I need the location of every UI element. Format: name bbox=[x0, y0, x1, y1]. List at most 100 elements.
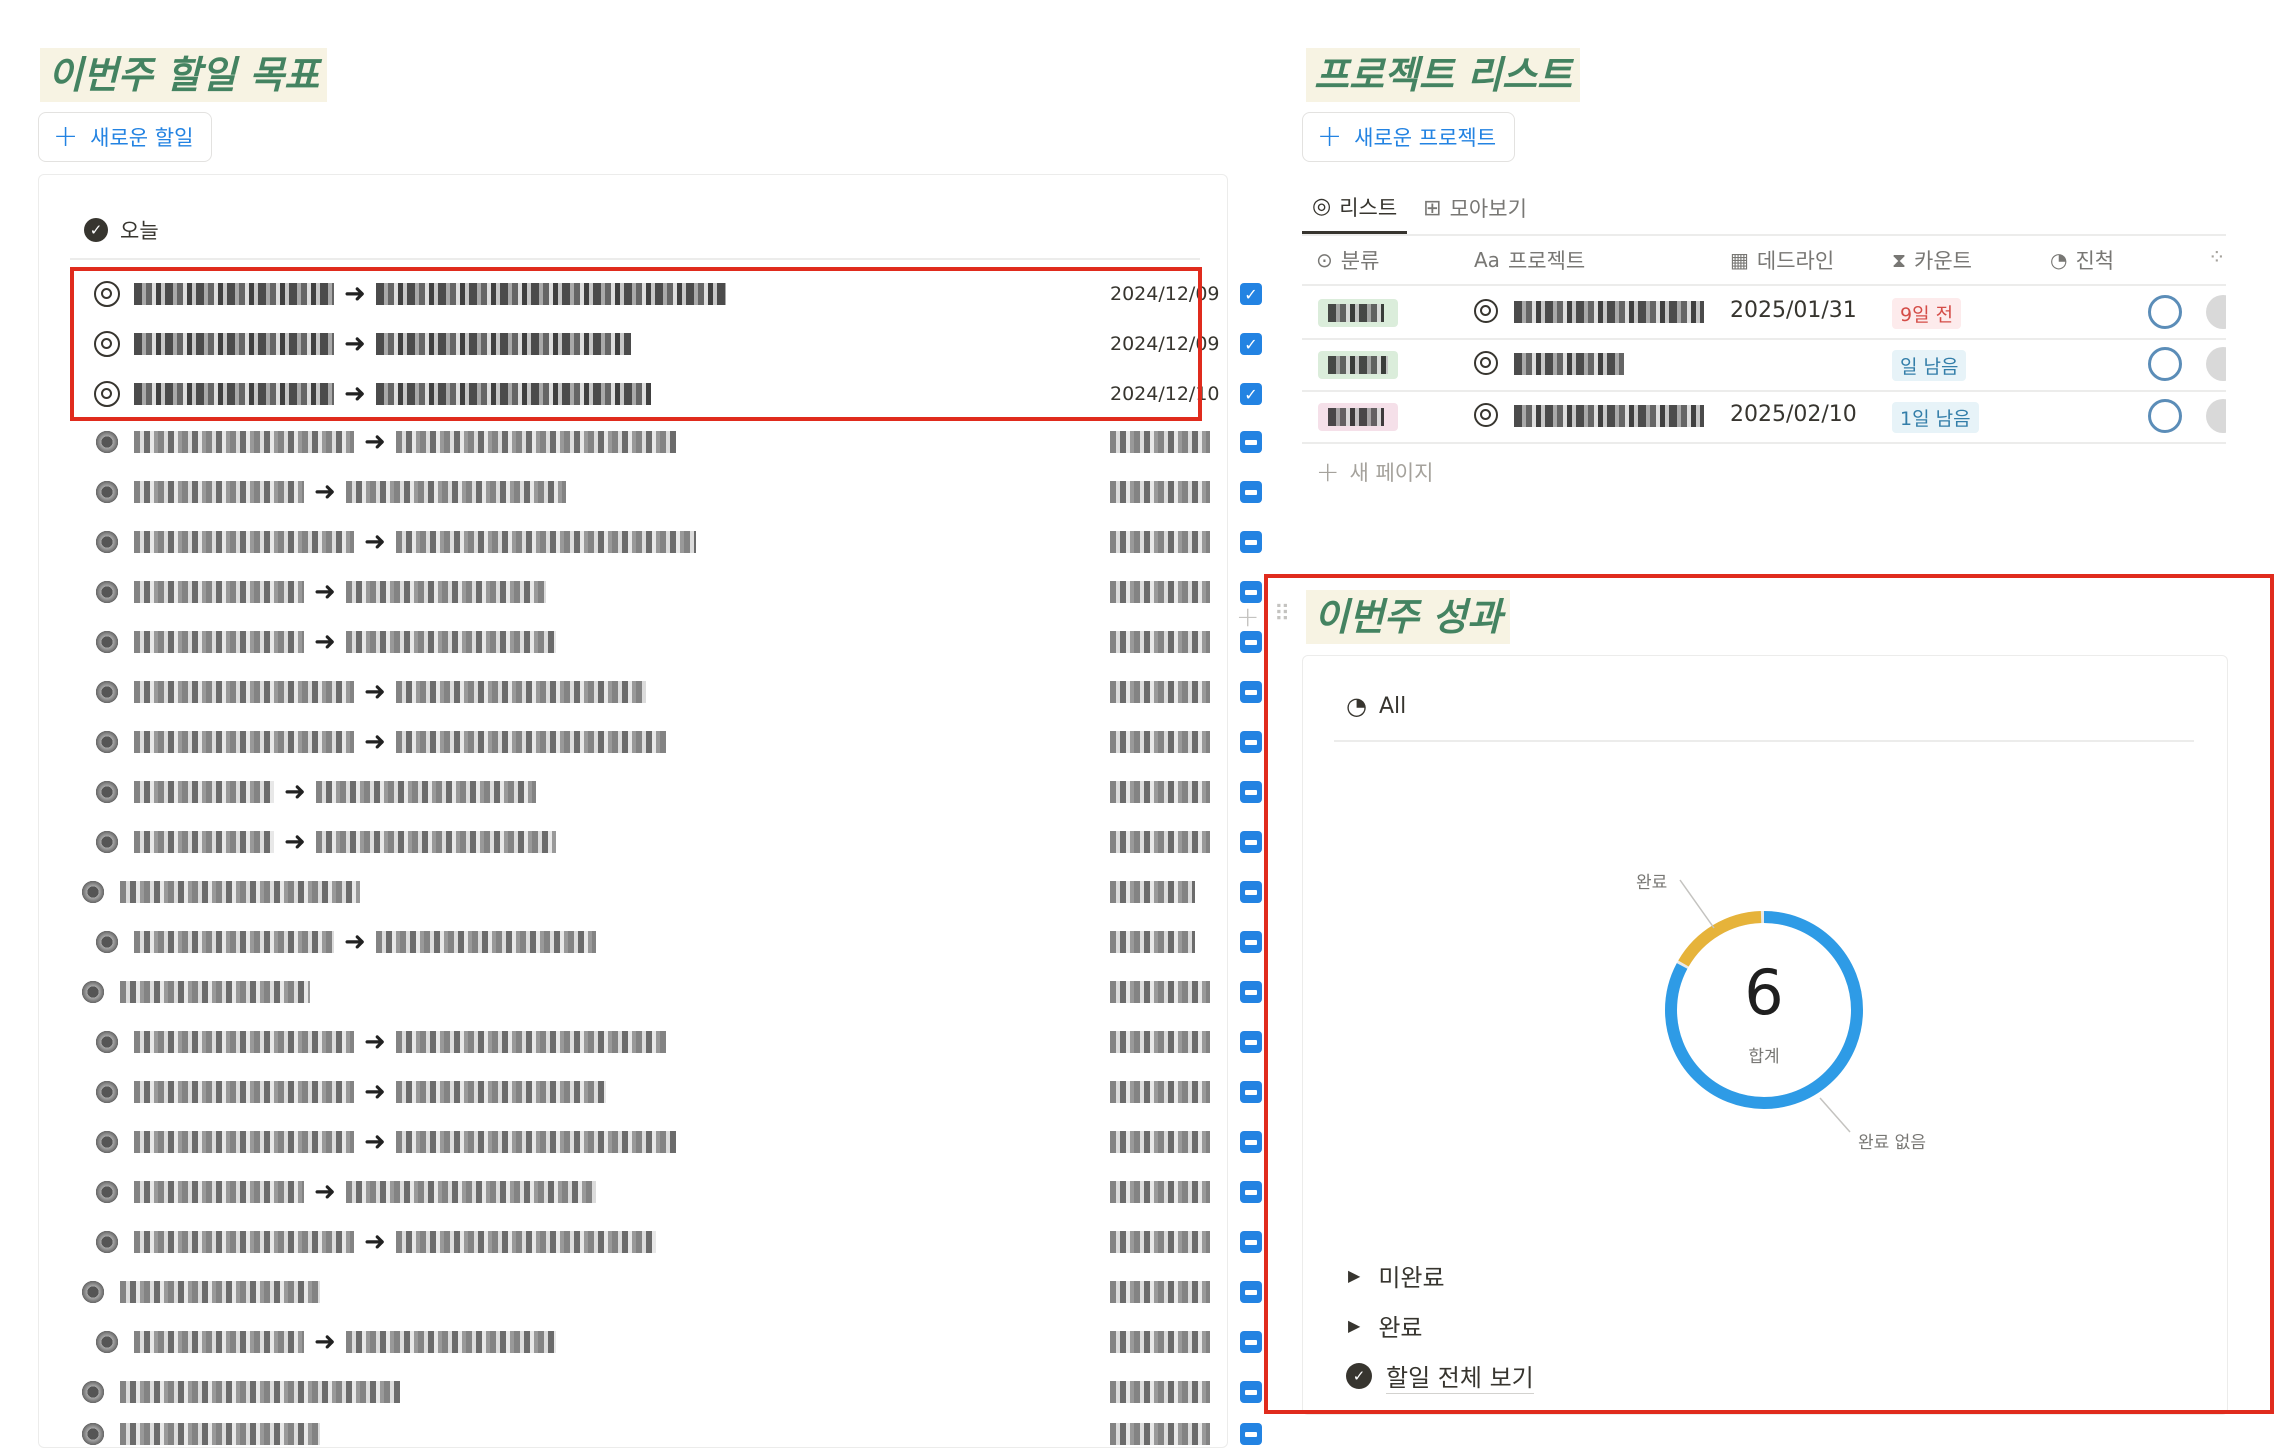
redacted-date bbox=[1110, 1281, 1210, 1303]
todo-row[interactable]: ➜ bbox=[80, 1168, 1262, 1216]
todo-row[interactable]: ➜ bbox=[80, 1068, 1262, 1116]
redacted-date bbox=[1110, 831, 1210, 853]
done-checkbox[interactable] bbox=[1240, 981, 1262, 1003]
arrow-right-icon: ➜ bbox=[364, 427, 386, 457]
item-icon bbox=[94, 629, 120, 655]
done-checkbox[interactable] bbox=[1240, 731, 1262, 753]
todo-row[interactable]: ➜ bbox=[80, 518, 1262, 566]
new-page-label: 새 페이지 bbox=[1349, 460, 1434, 485]
arrow-right-icon: ➜ bbox=[314, 577, 336, 607]
todo-row[interactable] bbox=[80, 968, 1262, 1016]
item-icon bbox=[94, 1329, 120, 1355]
group-header-today[interactable]: ✓ 오늘 bbox=[84, 215, 159, 245]
todo-row[interactable]: ➜ bbox=[80, 718, 1262, 766]
arrow-right-icon: ➜ bbox=[364, 1077, 386, 1107]
arrow-right-icon: ➜ bbox=[364, 1227, 386, 1257]
done-checkbox[interactable] bbox=[1240, 1131, 1262, 1153]
item-icon bbox=[94, 479, 120, 505]
done-checkbox[interactable] bbox=[1240, 881, 1262, 903]
category-tag[interactable] bbox=[1318, 351, 1398, 379]
loading-icon: ⁘ bbox=[2208, 245, 2226, 269]
tab-list[interactable]: ◎ 리스트 bbox=[1302, 182, 1408, 234]
project-row[interactable]: 2025/01/31 9일 전 bbox=[1302, 286, 2226, 338]
column-label: 진척 bbox=[2075, 249, 2115, 273]
new-project-label: 새로운 프로젝트 bbox=[1354, 126, 1497, 150]
done-checkbox[interactable] bbox=[1240, 531, 1262, 553]
arrow-right-icon: ➜ bbox=[364, 1127, 386, 1157]
todo-row[interactable] bbox=[80, 868, 1262, 916]
add-block-icon[interactable]: + bbox=[1236, 600, 1259, 633]
done-checkbox[interactable] bbox=[1240, 1423, 1262, 1445]
done-checkbox[interactable]: ✓ bbox=[1240, 333, 1262, 355]
done-checkbox[interactable] bbox=[1240, 431, 1262, 453]
new-project-button[interactable]: + 새로운 프로젝트 bbox=[1302, 112, 1516, 162]
column-header-project[interactable]: Aa 프로젝트 bbox=[1474, 245, 1585, 275]
redacted-text bbox=[134, 1081, 354, 1103]
todo-row[interactable]: ➜ bbox=[80, 918, 1262, 966]
todo-row[interactable] bbox=[80, 1410, 1262, 1448]
project-row[interactable]: 2025/02/10 1일 남음 bbox=[1302, 390, 2226, 442]
todo-row[interactable]: ➜ bbox=[80, 418, 1262, 466]
progress-ring bbox=[2148, 399, 2182, 433]
hourglass-icon: ⧗ bbox=[1892, 248, 1907, 272]
done-checkbox[interactable] bbox=[1240, 1181, 1262, 1203]
redacted-text bbox=[134, 1131, 354, 1153]
done-checkbox[interactable] bbox=[1240, 831, 1262, 853]
item-icon bbox=[94, 579, 120, 605]
category-tag[interactable] bbox=[1318, 403, 1398, 431]
done-checkbox[interactable] bbox=[1240, 1331, 1262, 1353]
todo-row[interactable] bbox=[80, 1268, 1262, 1316]
redacted-date bbox=[1110, 731, 1210, 753]
redacted-date bbox=[1110, 1381, 1210, 1403]
column-header-progress[interactable]: ◔ 진척 bbox=[2050, 245, 2114, 275]
redacted-text bbox=[1514, 353, 1624, 375]
todo-row[interactable]: ➜ bbox=[80, 1218, 1262, 1266]
column-header-count[interactable]: ⧗ 카운트 bbox=[1892, 245, 1972, 275]
column-header-deadline[interactable]: ▦ 데드라인 bbox=[1730, 245, 1834, 275]
redacted-text bbox=[120, 1381, 400, 1403]
divider bbox=[1302, 234, 2226, 236]
done-checkbox[interactable] bbox=[1240, 1081, 1262, 1103]
new-todo-button[interactable]: + 새로운 할일 bbox=[38, 112, 213, 162]
project-row[interactable]: 일 남음 bbox=[1302, 338, 2226, 390]
view-tabs: ◎ 리스트 ⊞ 모아보기 bbox=[1302, 182, 1537, 234]
done-checkbox[interactable] bbox=[1240, 1031, 1262, 1053]
todo-row[interactable]: ➜ bbox=[80, 568, 1262, 616]
arrow-right-icon: ➜ bbox=[284, 827, 306, 857]
todo-row[interactable]: ➜ bbox=[80, 818, 1262, 866]
redacted-text bbox=[134, 681, 354, 703]
done-checkbox[interactable] bbox=[1240, 681, 1262, 703]
column-header-category[interactable]: ⊙ 분류 bbox=[1316, 245, 1379, 275]
redacted-date bbox=[1110, 1231, 1210, 1253]
done-checkbox[interactable] bbox=[1240, 931, 1262, 953]
redacted-text bbox=[345, 631, 556, 653]
todo-row[interactable]: ➜ bbox=[80, 468, 1262, 516]
column-label: 분류 bbox=[1340, 249, 1380, 273]
redacted-date bbox=[1110, 681, 1210, 703]
done-checkbox[interactable] bbox=[1240, 631, 1262, 653]
todo-row[interactable] bbox=[80, 1368, 1262, 1416]
redacted-date bbox=[1110, 581, 1210, 603]
todo-row[interactable]: ➜ bbox=[80, 768, 1262, 816]
done-checkbox[interactable]: ✓ bbox=[1240, 383, 1262, 405]
category-tag[interactable] bbox=[1318, 299, 1398, 327]
todo-row[interactable]: ➜ bbox=[80, 668, 1262, 716]
done-checkbox[interactable] bbox=[1240, 1381, 1262, 1403]
done-checkbox[interactable] bbox=[1240, 781, 1262, 803]
done-checkbox[interactable] bbox=[1240, 481, 1262, 503]
redacted-date bbox=[1110, 1331, 1210, 1353]
todo-row[interactable]: ➜ bbox=[80, 1018, 1262, 1066]
todo-row[interactable]: ➜ bbox=[80, 1118, 1262, 1166]
column-label: 프로젝트 bbox=[1507, 249, 1586, 273]
done-checkbox[interactable] bbox=[1240, 1231, 1262, 1253]
tab-gallery[interactable]: ⊞ 모아보기 bbox=[1413, 182, 1537, 234]
todo-row[interactable]: ➜ bbox=[80, 1318, 1262, 1366]
new-page-button[interactable]: + 새 페이지 bbox=[1316, 455, 1433, 488]
todo-row[interactable]: ➜ bbox=[80, 618, 1262, 666]
progress-ring bbox=[2148, 295, 2182, 329]
redacted-text bbox=[315, 781, 536, 803]
done-checkbox[interactable] bbox=[1240, 1281, 1262, 1303]
target-icon bbox=[1474, 299, 1498, 323]
done-checkbox[interactable]: ✓ bbox=[1240, 283, 1262, 305]
item-icon bbox=[80, 879, 106, 905]
